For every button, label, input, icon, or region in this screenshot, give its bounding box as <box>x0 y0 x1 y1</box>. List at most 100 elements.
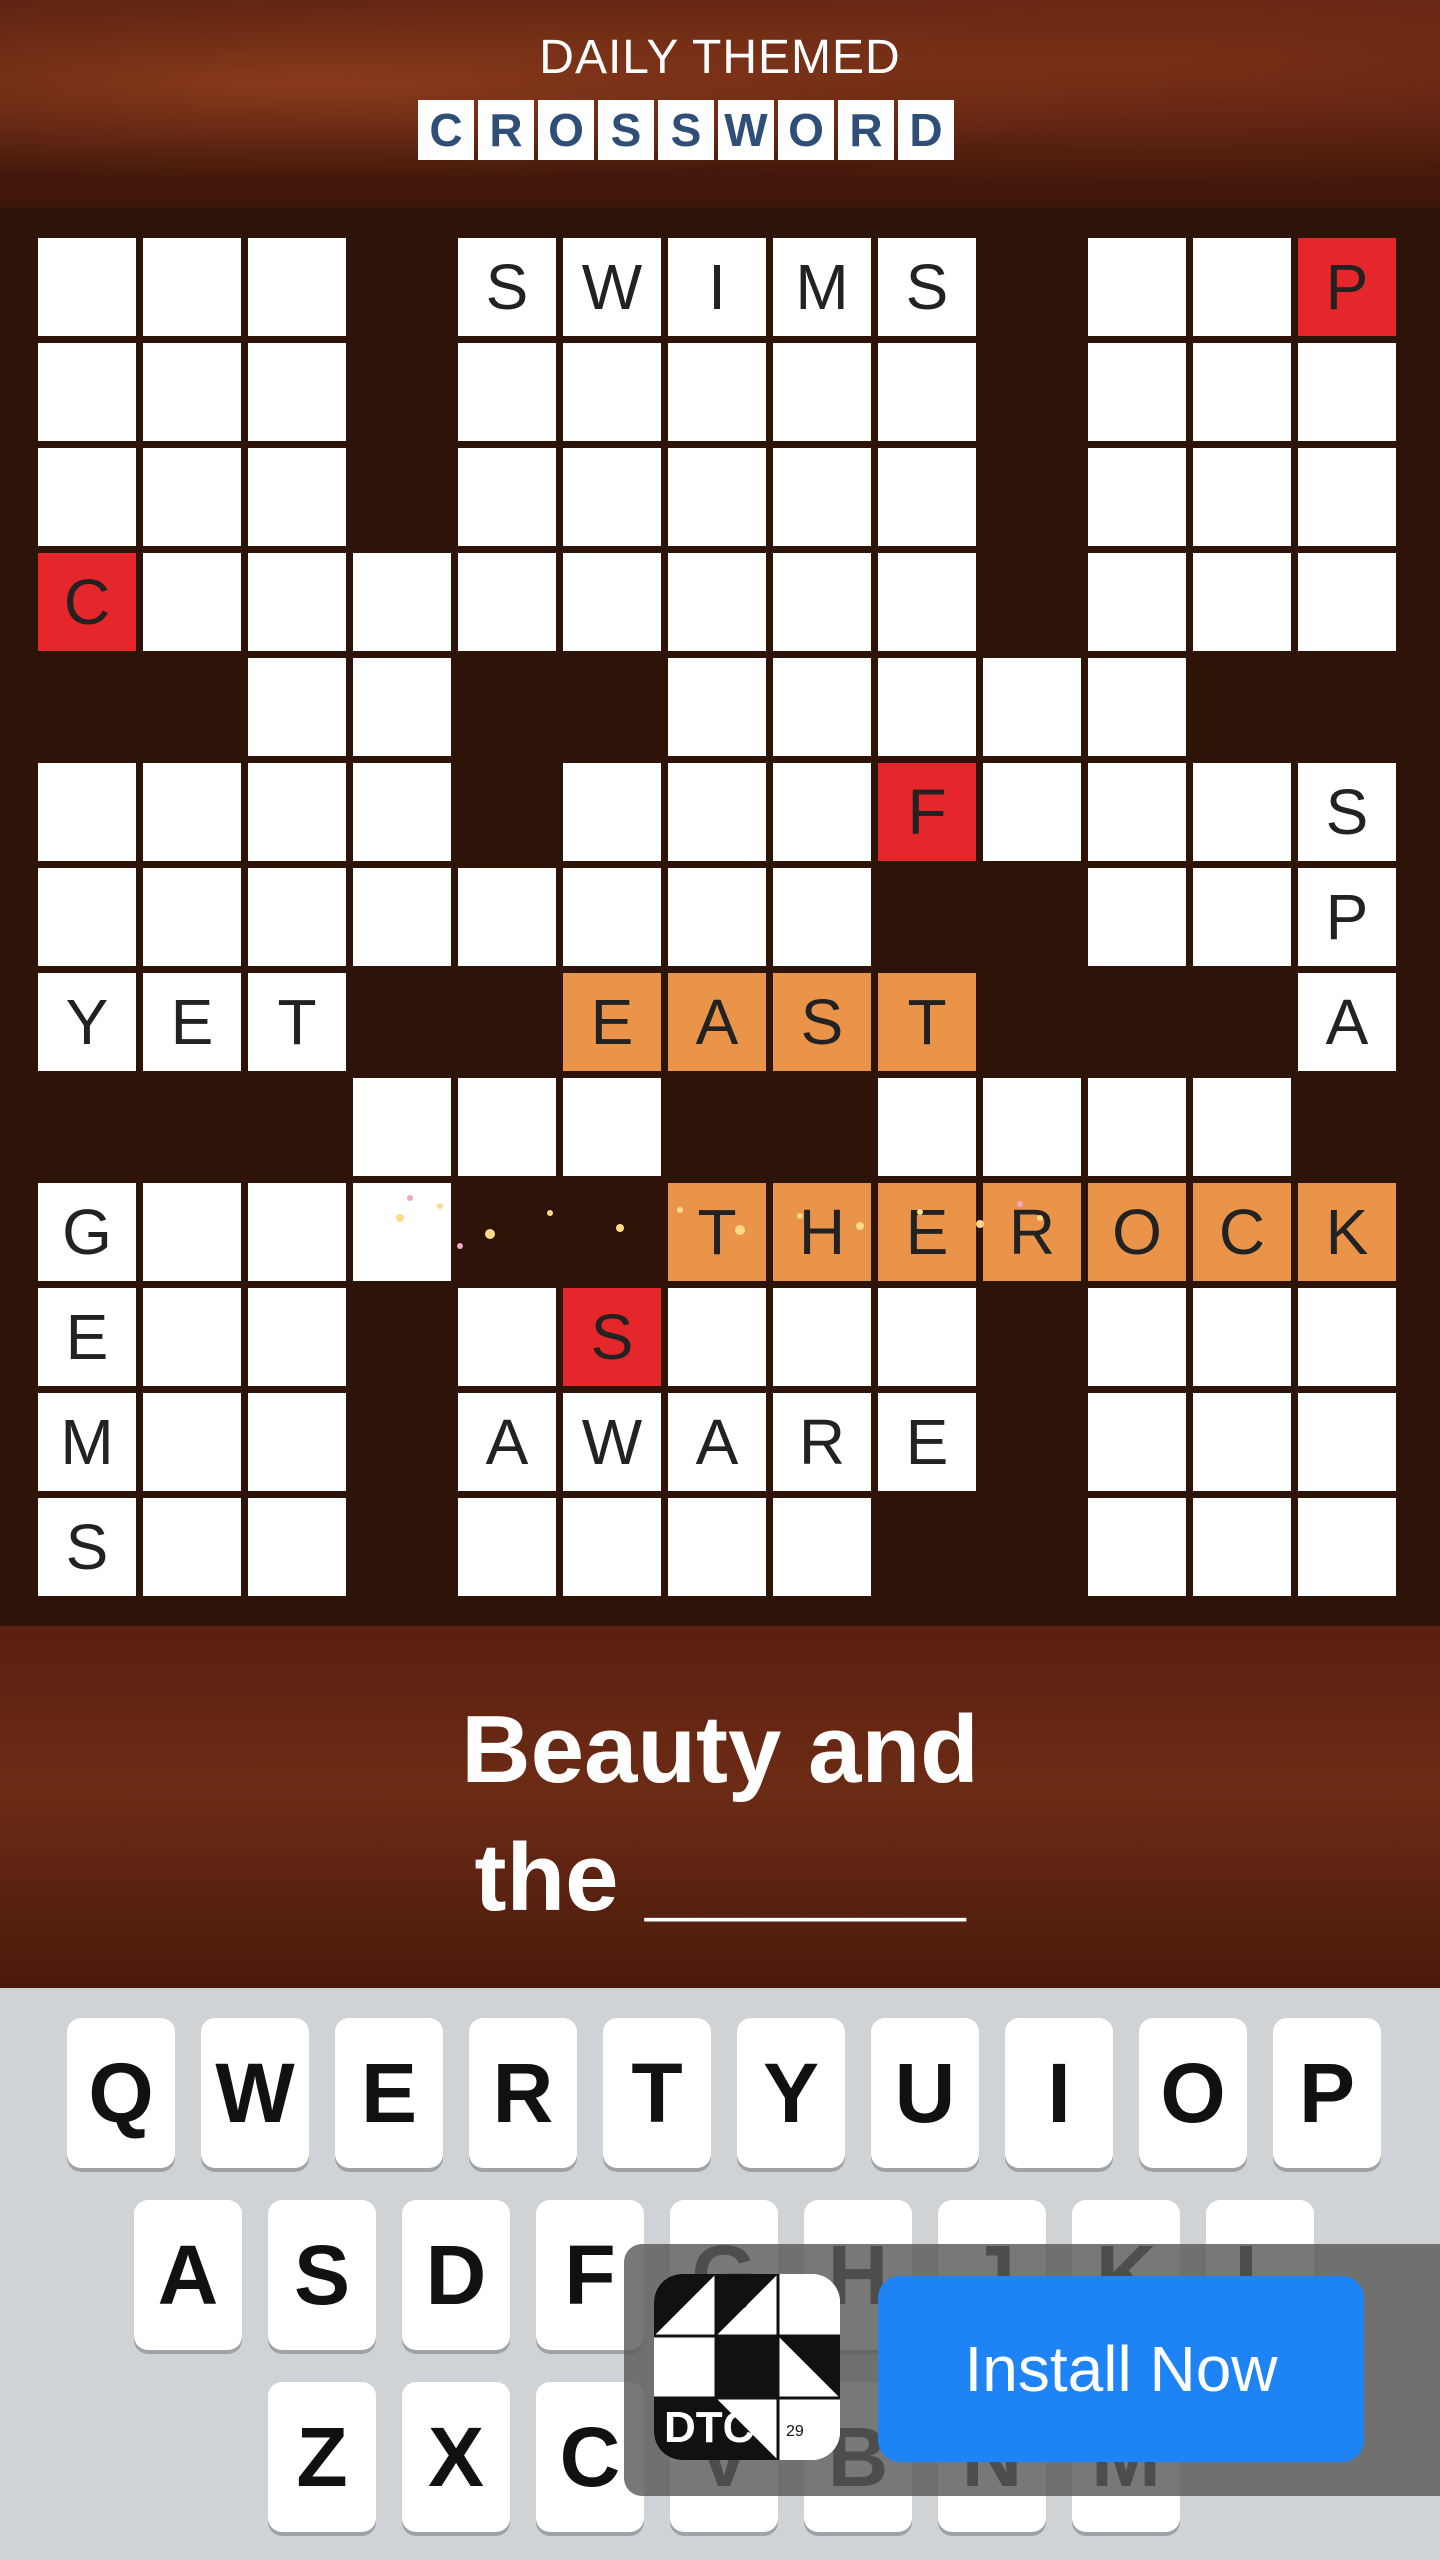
grid-cell[interactable] <box>458 1078 556 1176</box>
key-z[interactable]: Z <box>268 2382 376 2532</box>
grid-cell[interactable]: P <box>1298 868 1396 966</box>
grid-cell[interactable] <box>563 1498 661 1596</box>
grid-cell[interactable] <box>248 343 346 441</box>
grid-cell[interactable]: S <box>38 1498 136 1596</box>
grid-cell[interactable] <box>143 1393 241 1491</box>
grid-cell[interactable] <box>458 448 556 546</box>
grid-cell[interactable] <box>1088 1288 1186 1386</box>
grid-cell[interactable] <box>1193 553 1291 651</box>
grid-cell[interactable] <box>1088 448 1186 546</box>
grid-cell[interactable] <box>38 868 136 966</box>
grid-cell[interactable] <box>668 763 766 861</box>
grid-cell[interactable] <box>248 763 346 861</box>
grid-cell[interactable] <box>248 448 346 546</box>
grid-cell[interactable] <box>1193 1078 1291 1176</box>
grid-cell[interactable] <box>458 553 556 651</box>
grid-cell[interactable]: S <box>458 238 556 336</box>
grid-cell[interactable]: M <box>773 238 871 336</box>
grid-cell[interactable] <box>1193 1393 1291 1491</box>
grid-cell[interactable] <box>983 763 1081 861</box>
key-o[interactable]: O <box>1139 2018 1247 2168</box>
grid-cell[interactable]: S <box>773 973 871 1071</box>
grid-cell[interactable] <box>38 343 136 441</box>
grid-cell[interactable] <box>143 763 241 861</box>
grid-cell[interactable] <box>1088 658 1186 756</box>
grid-cell[interactable] <box>1193 868 1291 966</box>
grid-cell[interactable] <box>248 1183 346 1281</box>
grid-cell[interactable] <box>668 553 766 651</box>
grid-cell[interactable] <box>773 1498 871 1596</box>
grid-cell[interactable]: H <box>773 1183 871 1281</box>
key-w[interactable]: W <box>201 2018 309 2168</box>
grid-cell[interactable]: T <box>668 1183 766 1281</box>
key-p[interactable]: P <box>1273 2018 1381 2168</box>
grid-cell[interactable]: E <box>878 1393 976 1491</box>
grid-cell[interactable] <box>563 448 661 546</box>
grid-cell[interactable] <box>143 343 241 441</box>
grid-cell[interactable] <box>878 658 976 756</box>
grid-cell[interactable] <box>353 658 451 756</box>
grid-cell[interactable] <box>1088 1078 1186 1176</box>
grid-cell[interactable] <box>563 343 661 441</box>
grid-cell[interactable]: M <box>38 1393 136 1491</box>
grid-cell[interactable]: S <box>1298 763 1396 861</box>
grid-cell[interactable] <box>773 658 871 756</box>
grid-cell[interactable]: F <box>878 763 976 861</box>
grid-cell[interactable] <box>353 868 451 966</box>
key-e[interactable]: E <box>335 2018 443 2168</box>
grid-cell[interactable] <box>353 1183 451 1281</box>
grid-cell[interactable] <box>143 868 241 966</box>
key-r[interactable]: R <box>469 2018 577 2168</box>
grid-cell[interactable] <box>143 448 241 546</box>
grid-cell[interactable] <box>38 448 136 546</box>
grid-cell[interactable] <box>353 553 451 651</box>
key-x[interactable]: X <box>402 2382 510 2532</box>
grid-cell[interactable] <box>878 1078 976 1176</box>
key-a[interactable]: A <box>134 2200 242 2350</box>
grid-cell[interactable] <box>143 238 241 336</box>
grid-cell[interactable] <box>773 553 871 651</box>
grid-cell[interactable]: S <box>878 238 976 336</box>
grid-cell[interactable] <box>668 343 766 441</box>
grid-cell[interactable] <box>143 1288 241 1386</box>
grid-cell[interactable]: A <box>1298 973 1396 1071</box>
grid-cell[interactable] <box>878 553 976 651</box>
grid-cell[interactable] <box>563 868 661 966</box>
grid-cell[interactable] <box>773 868 871 966</box>
grid-cell[interactable] <box>878 1288 976 1386</box>
grid-cell[interactable] <box>668 658 766 756</box>
grid-cell[interactable] <box>143 553 241 651</box>
grid-cell[interactable] <box>668 1498 766 1596</box>
grid-cell[interactable]: E <box>38 1288 136 1386</box>
grid-cell[interactable] <box>1193 763 1291 861</box>
grid-cell[interactable] <box>458 343 556 441</box>
key-q[interactable]: Q <box>67 2018 175 2168</box>
grid-cell[interactable]: E <box>143 973 241 1071</box>
grid-cell[interactable] <box>38 238 136 336</box>
grid-cell[interactable] <box>773 763 871 861</box>
grid-cell[interactable] <box>1088 1498 1186 1596</box>
grid-cell[interactable] <box>143 1183 241 1281</box>
grid-cell[interactable] <box>353 763 451 861</box>
install-now-button[interactable]: Install Now <box>878 2276 1364 2462</box>
grid-cell[interactable] <box>248 1288 346 1386</box>
grid-cell[interactable] <box>563 763 661 861</box>
grid-cell[interactable]: W <box>563 238 661 336</box>
grid-cell[interactable] <box>773 343 871 441</box>
grid-cell[interactable] <box>353 1078 451 1176</box>
grid-cell[interactable]: P <box>1298 238 1396 336</box>
grid-cell[interactable]: Y <box>38 973 136 1071</box>
grid-cell[interactable] <box>1088 868 1186 966</box>
grid-cell[interactable] <box>983 1078 1081 1176</box>
grid-cell[interactable] <box>563 1078 661 1176</box>
grid-cell[interactable]: R <box>983 1183 1081 1281</box>
grid-cell[interactable] <box>1193 1288 1291 1386</box>
grid-cell[interactable]: A <box>668 973 766 1071</box>
grid-cell[interactable] <box>1298 1393 1396 1491</box>
grid-cell[interactable] <box>983 658 1081 756</box>
grid-cell[interactable] <box>38 763 136 861</box>
key-d[interactable]: D <box>402 2200 510 2350</box>
grid-cell[interactable]: K <box>1298 1183 1396 1281</box>
grid-cell[interactable] <box>458 1288 556 1386</box>
grid-cell[interactable] <box>143 1498 241 1596</box>
